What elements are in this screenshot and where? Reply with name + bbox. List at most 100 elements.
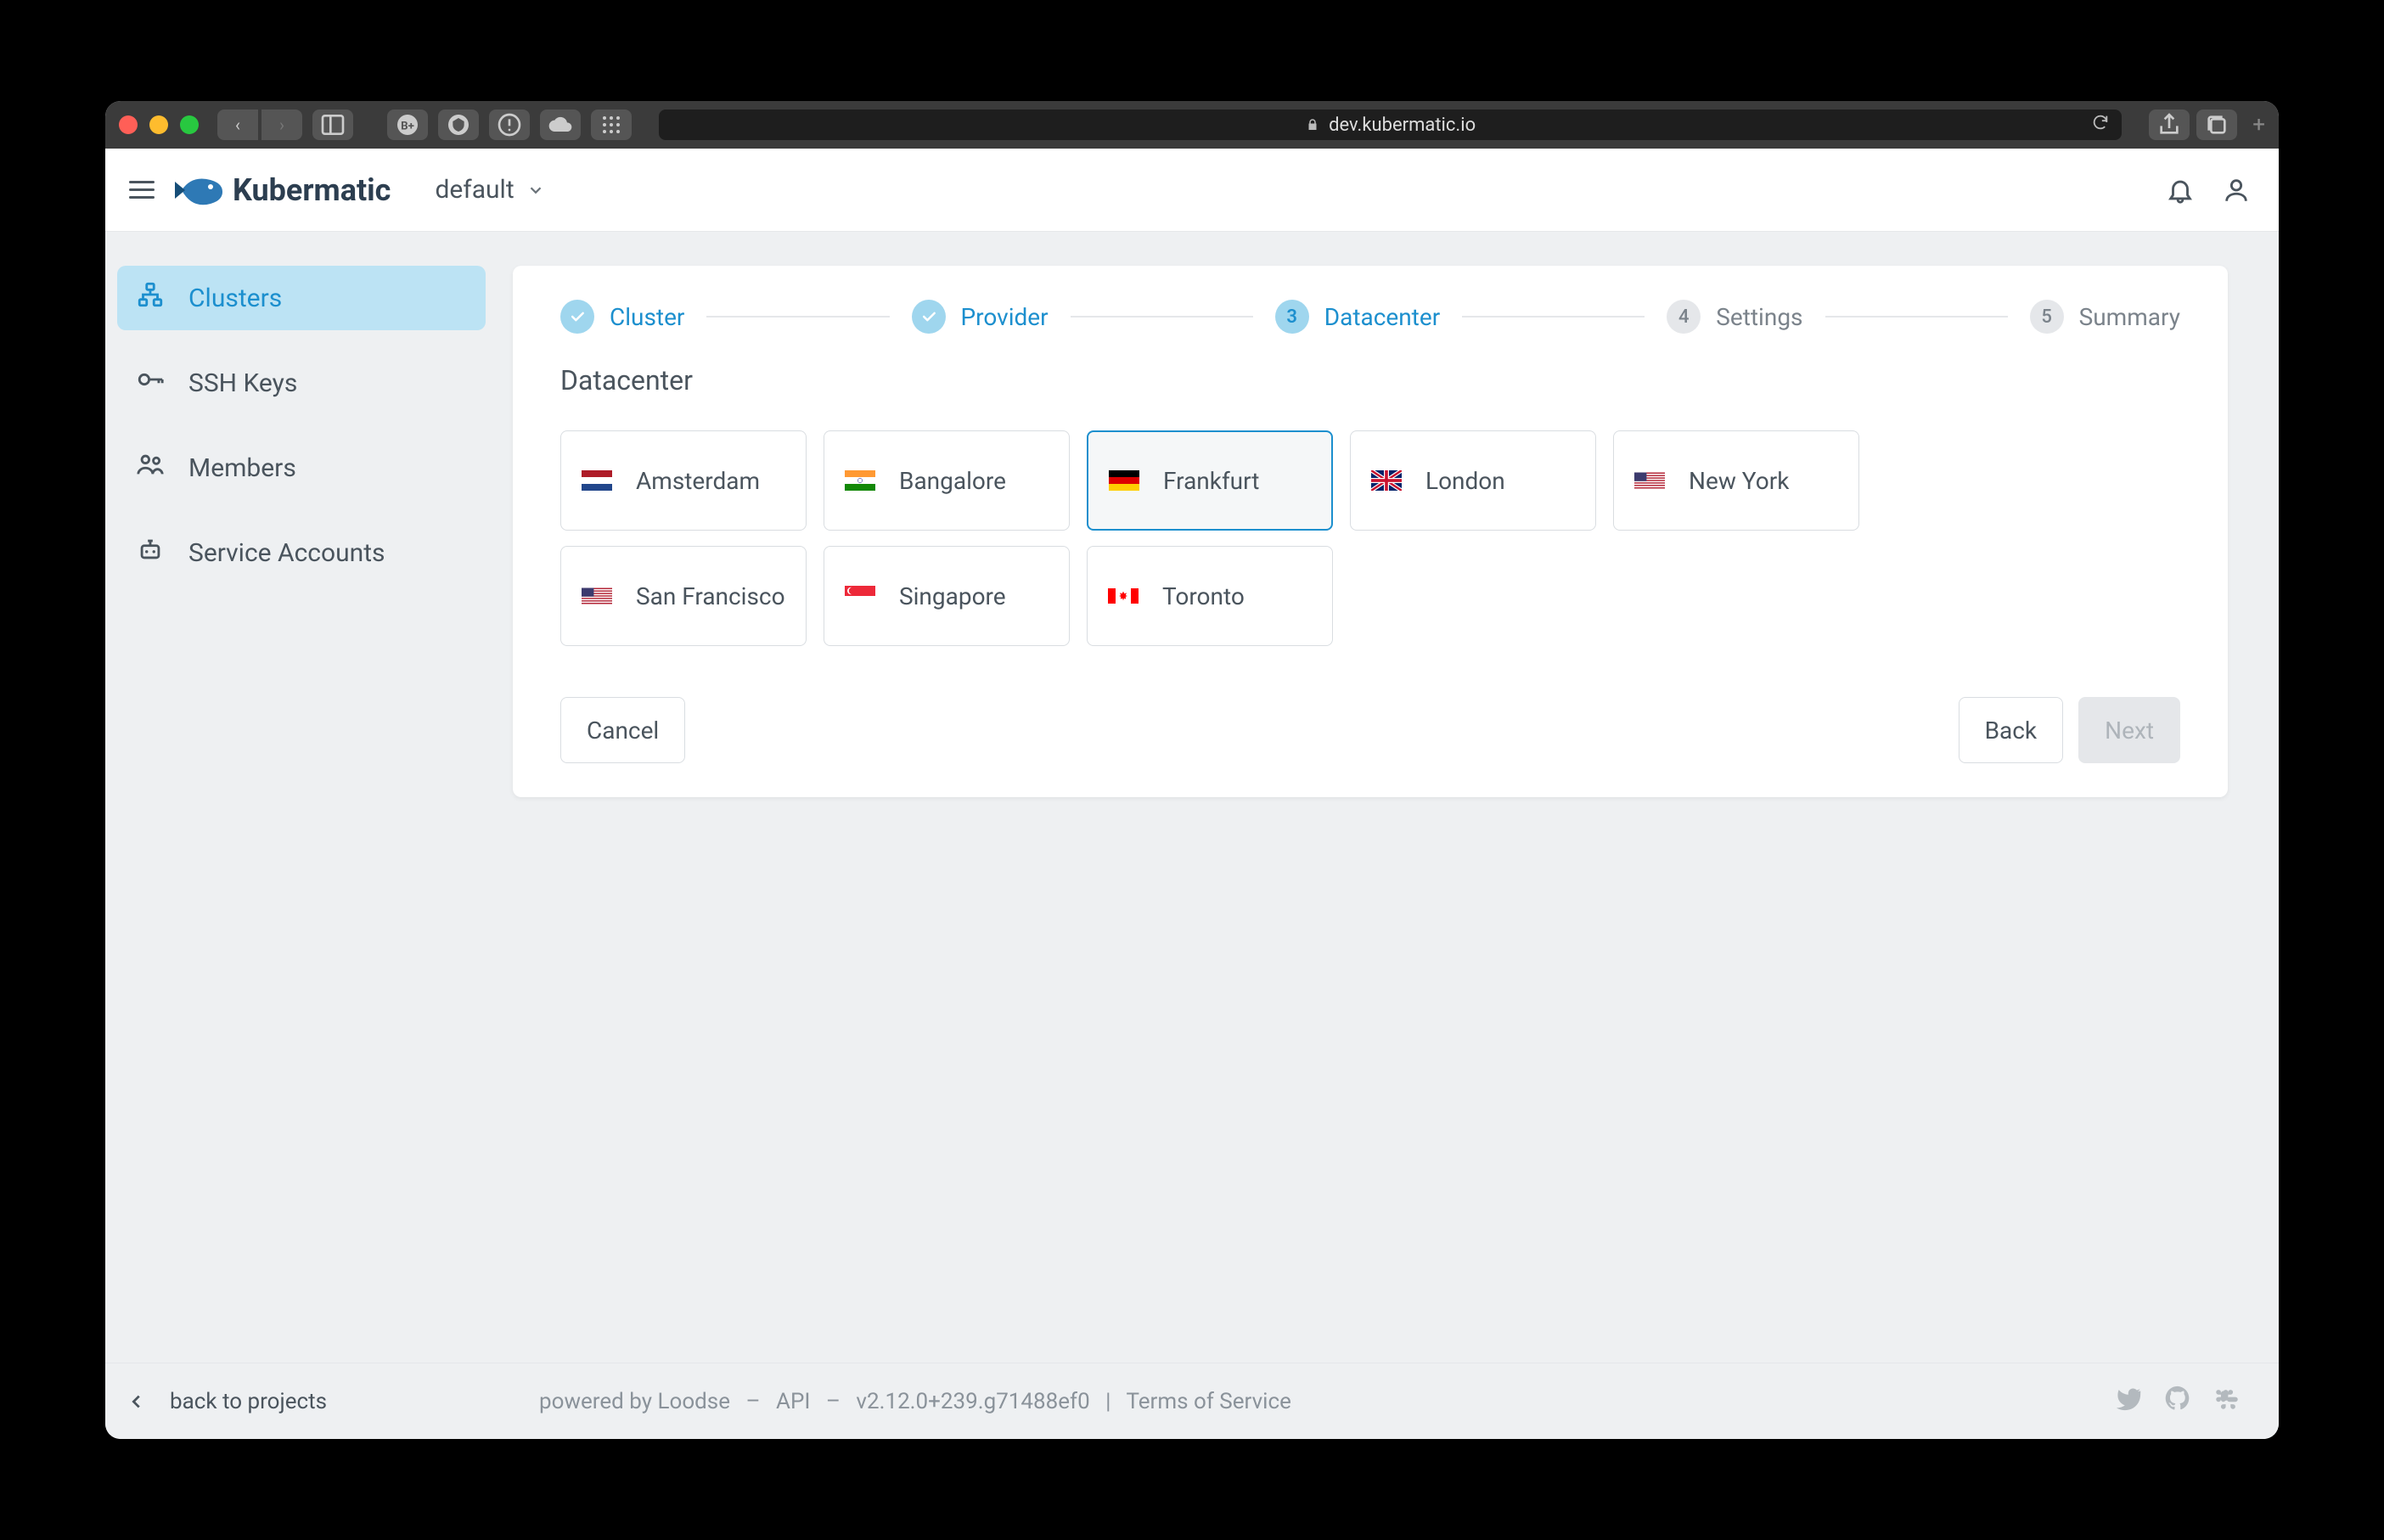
project-name: default <box>435 175 514 205</box>
url-text: dev.kubermatic.io <box>1329 115 1476 136</box>
datacenter-frankfurt[interactable]: Frankfurt <box>1087 430 1333 531</box>
flag-ca-icon <box>1108 586 1139 606</box>
loodse-link[interactable]: Loodse <box>657 1389 730 1414</box>
datacenter-london[interactable]: London <box>1350 430 1596 531</box>
twitter-link[interactable] <box>2114 1384 2143 1419</box>
brand-logo[interactable]: Kubermatic <box>173 171 391 209</box>
step-connector <box>1825 316 2008 318</box>
datacenter-label: Frankfurt <box>1163 467 1259 495</box>
next-button[interactable]: Next <box>2078 697 2180 763</box>
datacenter-singapore[interactable]: Singapore <box>824 546 1070 646</box>
datacenter-new-york[interactable]: New York <box>1613 430 1859 531</box>
reload-button[interactable] <box>2091 113 2110 137</box>
sidebar-item-label: Clusters <box>188 284 282 313</box>
slack-icon <box>2213 1384 2241 1413</box>
datacenter-toronto[interactable]: Toronto <box>1087 546 1333 646</box>
api-link[interactable]: API <box>776 1389 810 1414</box>
step-number: 5 <box>2030 300 2064 334</box>
user-menu-button[interactable] <box>2218 171 2255 209</box>
tos-link[interactable]: Terms of Service <box>1126 1389 1290 1414</box>
menu-toggle-button[interactable] <box>129 181 155 199</box>
github-icon <box>2163 1384 2192 1413</box>
datacenter-label: Singapore <box>899 582 1006 610</box>
ext-button-1[interactable]: B+ <box>387 110 428 140</box>
share-button[interactable] <box>2149 110 2190 140</box>
flag-us-icon <box>582 586 612 606</box>
members-icon <box>136 450 165 486</box>
kubermatic-fish-icon <box>173 171 224 209</box>
nav-back-forward: ‹ › <box>217 110 302 140</box>
step-settings: 4 Settings <box>1667 300 1802 334</box>
step-label: Datacenter <box>1324 303 1440 331</box>
flag-nl-icon <box>582 470 612 491</box>
ext-button-cloud[interactable] <box>540 110 581 140</box>
new-tab-button[interactable]: + <box>2252 112 2265 138</box>
minimize-window-button[interactable] <box>149 115 168 134</box>
sidebar-item-members[interactable]: Members <box>117 436 486 500</box>
browser-window: ‹ › B+ dev.kubermatic.io <box>105 101 2279 1439</box>
step-cluster[interactable]: Cluster <box>560 300 684 334</box>
back-to-projects-link[interactable]: back to projects <box>127 1389 327 1414</box>
ext-button-3[interactable] <box>489 110 530 140</box>
sidebar-item-label: Service Accounts <box>188 538 385 568</box>
step-provider[interactable]: Provider <box>912 300 1049 334</box>
lock-icon <box>1305 117 1320 132</box>
notifications-button[interactable] <box>2162 171 2199 209</box>
sidebar-toggle-button[interactable] <box>312 110 353 140</box>
wizard-footer: Cancel Back Next <box>560 697 2180 763</box>
key-icon <box>136 365 165 401</box>
cluster-icon <box>136 280 165 316</box>
chevron-down-icon <box>526 181 545 200</box>
datacenter-label: Toronto <box>1162 582 1245 610</box>
step-datacenter[interactable]: 3 Datacenter <box>1275 300 1440 334</box>
flag-us-icon <box>1634 470 1665 491</box>
sidebar-item-label: SSH Keys <box>188 368 297 398</box>
step-number: 4 <box>1667 300 1701 334</box>
cancel-button[interactable]: Cancel <box>560 697 685 763</box>
datacenter-label: San Francisco <box>636 582 785 610</box>
svg-text:B+: B+ <box>401 120 414 132</box>
section-title: Datacenter <box>560 364 2180 396</box>
url-bar[interactable]: dev.kubermatic.io <box>659 110 2122 140</box>
sidebar-item-service-accounts[interactable]: Service Accounts <box>117 520 486 585</box>
sidebar-item-ssh-keys[interactable]: SSH Keys <box>117 351 486 415</box>
step-label: Provider <box>961 303 1049 331</box>
github-link[interactable] <box>2163 1384 2192 1419</box>
datacenter-label: New York <box>1689 467 1789 495</box>
back-button[interactable]: ‹ <box>217 110 258 140</box>
ext-button-2[interactable] <box>438 110 479 140</box>
step-label: Settings <box>1716 303 1802 331</box>
step-label: Summary <box>2079 303 2180 331</box>
flag-gb-icon <box>1371 470 1402 491</box>
forward-button[interactable]: › <box>261 110 302 140</box>
back-button-wizard[interactable]: Back <box>1959 697 2064 763</box>
close-window-button[interactable] <box>119 115 138 134</box>
ext-button-grid[interactable] <box>591 110 632 140</box>
flag-sg-icon <box>845 586 875 606</box>
twitter-icon <box>2114 1384 2143 1413</box>
sidebar: Clusters SSH Keys Members Service Accounts <box>105 232 513 1363</box>
flag-de-icon <box>1109 470 1139 491</box>
bell-icon <box>2166 176 2195 205</box>
step-connector <box>1462 316 1645 318</box>
sidebar-item-clusters[interactable]: Clusters <box>117 266 486 330</box>
datacenter-bangalore[interactable]: Bangalore <box>824 430 1070 531</box>
step-connector <box>1071 316 1253 318</box>
back-to-projects-label: back to projects <box>170 1389 327 1414</box>
datacenter-grid: AmsterdamBangalore Frankfurt London New Yor… <box>560 430 2180 646</box>
slack-link[interactable] <box>2213 1384 2241 1419</box>
zoom-window-button[interactable] <box>180 115 199 134</box>
social-links <box>2114 1384 2241 1419</box>
stepper: Cluster Provider 3 Datacenter 4 Settings 5 Summ… <box>560 300 2180 334</box>
project-selector[interactable]: default <box>435 175 544 205</box>
check-icon <box>560 300 594 334</box>
step-number: 3 <box>1275 300 1309 334</box>
datacenter-san-francisco[interactable]: San Francisco <box>560 546 807 646</box>
brand-name: Kubermatic <box>233 172 391 208</box>
app-footer: back to projects powered by Loodse – API… <box>105 1363 2279 1439</box>
datacenter-amsterdam[interactable]: Amsterdam <box>560 430 807 531</box>
browser-toolbar: ‹ › B+ dev.kubermatic.io <box>105 101 2279 149</box>
footer-info: powered by Loodse – API – v2.12.0+239.g7… <box>327 1389 2114 1414</box>
app-header: Kubermatic default <box>105 149 2279 232</box>
tabs-button[interactable] <box>2196 110 2237 140</box>
